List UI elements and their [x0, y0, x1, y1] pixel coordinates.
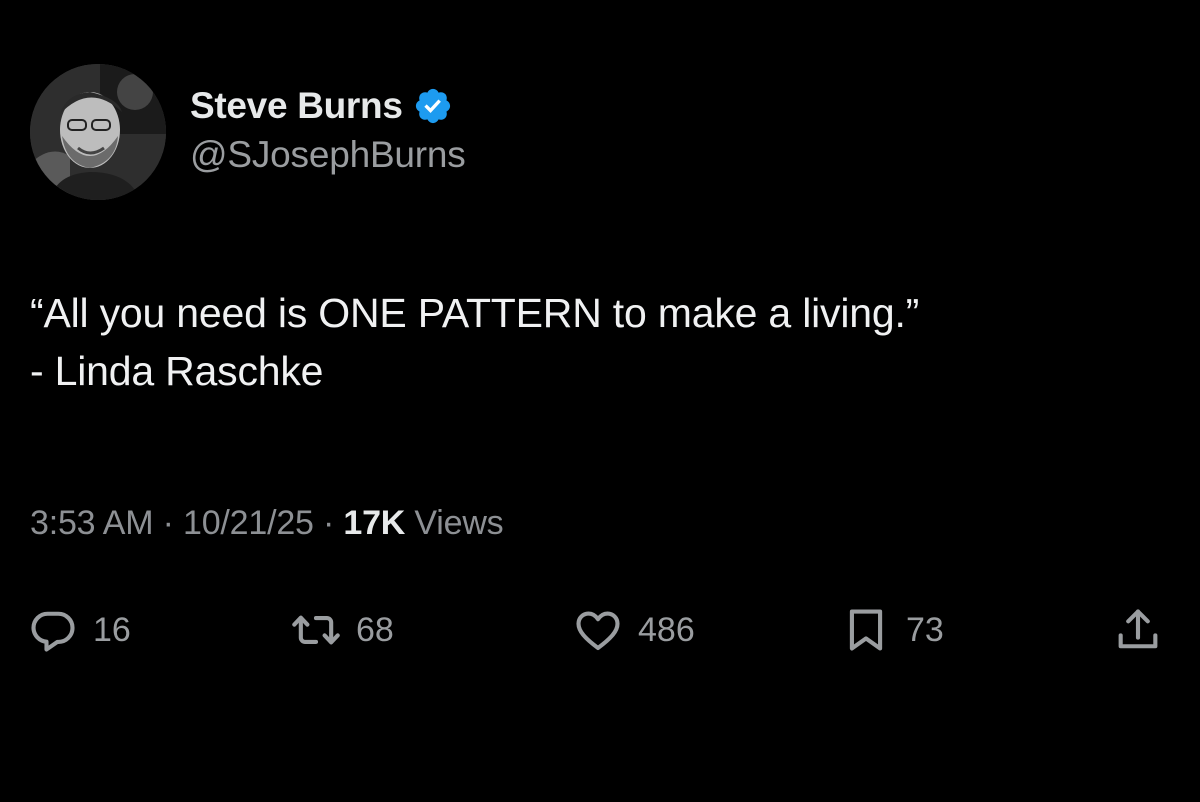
- heart-icon: [572, 604, 624, 656]
- bookmark-icon: [840, 604, 892, 656]
- reply-icon: [27, 604, 79, 656]
- avatar[interactable]: [30, 64, 166, 200]
- meta-separator: ·: [153, 504, 183, 542]
- share-button[interactable]: [1112, 600, 1164, 660]
- meta-separator: ·: [313, 504, 344, 542]
- repost-count: 68: [356, 610, 394, 649]
- tweet-text-line: - Linda Raschke: [30, 348, 324, 394]
- reply-count: 16: [93, 610, 131, 649]
- tweet-text-line: “All you need is ONE PATTERN to make a l…: [30, 290, 920, 336]
- views-label: Views: [405, 504, 504, 542]
- bookmark-button[interactable]: 73: [840, 600, 944, 660]
- reply-button[interactable]: 16: [27, 600, 131, 660]
- user-handle[interactable]: @SJosephBurns: [190, 134, 466, 176]
- share-icon: [1112, 604, 1164, 656]
- tweet-text: “All you need is ONE PATTERN to make a l…: [30, 284, 1170, 400]
- tweet-date[interactable]: 10/21/25: [183, 504, 314, 542]
- display-name[interactable]: Steve Burns: [190, 85, 403, 127]
- verified-badge-icon[interactable]: [413, 86, 453, 126]
- author-names: Steve Burns @SJosephBurns: [190, 82, 466, 176]
- action-bar: 16 68 486 73: [0, 600, 1200, 660]
- display-name-row: Steve Burns: [190, 82, 466, 130]
- views-count: 17K: [343, 504, 406, 542]
- like-button[interactable]: 486: [572, 600, 695, 660]
- tweet-card: Steve Burns @SJosephBurns “All you need …: [0, 0, 1200, 802]
- like-count: 486: [638, 610, 695, 649]
- tweet-header: Steve Burns @SJosephBurns: [30, 64, 466, 200]
- tweet-metadata: 3:53 AM · 10/21/25 · 17K Views: [30, 504, 504, 543]
- repost-icon: [290, 604, 342, 656]
- repost-button[interactable]: 68: [290, 600, 394, 660]
- bookmark-count: 73: [906, 610, 944, 649]
- tweet-time[interactable]: 3:53 AM: [30, 504, 154, 542]
